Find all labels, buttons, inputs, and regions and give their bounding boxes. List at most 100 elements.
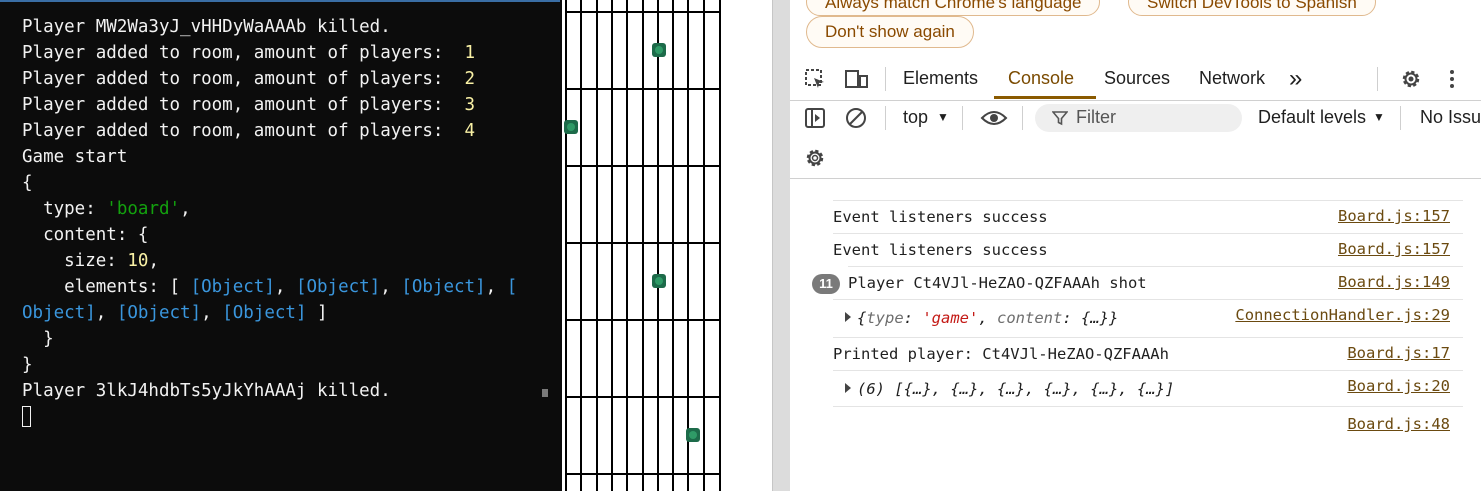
source-link[interactable]: Board.js:157 (1338, 207, 1450, 225)
expand-triangle-icon[interactable] (845, 383, 851, 393)
grid-line (703, 0, 705, 491)
console-message-text: Printed player: Ct4VJl-HeZAO-QZFAAAh (833, 345, 1169, 363)
terminal-line: elements: [ [Object], [Object], [Object]… (22, 277, 518, 297)
more-options-icon[interactable] (1446, 68, 1458, 90)
source-link[interactable]: Board.js:149 (1338, 273, 1450, 291)
inspect-element-icon[interactable] (804, 68, 826, 90)
terminal-line: } (22, 329, 54, 349)
grid-line (672, 0, 674, 491)
chevron-down-icon[interactable]: ▼ (937, 110, 949, 124)
terminal-line: Player added to room, amount of players:… (22, 121, 476, 141)
grid-line (565, 319, 721, 321)
terminal-scroll-thumb[interactable] (542, 389, 548, 397)
tab-console[interactable]: Console (1008, 68, 1074, 89)
grid-line (642, 0, 644, 491)
grid-line (565, 0, 567, 491)
object-preview[interactable]: {type: 'game', content: {…}} (845, 309, 1118, 327)
player-tank (652, 274, 666, 288)
terminal-line: Game start (22, 147, 128, 167)
active-tab-indicator (994, 96, 1096, 99)
console-settings-row (790, 140, 1481, 179)
repeat-count-badge: 11 (812, 274, 840, 294)
toolbar-separator (962, 106, 963, 130)
grid-line (626, 0, 628, 491)
terminal-line: { (22, 173, 33, 193)
size-value: 10 (127, 251, 149, 271)
clear-console-icon[interactable] (845, 107, 867, 129)
tab-elements[interactable]: Elements (903, 68, 978, 89)
source-link[interactable]: Board.js:20 (1347, 377, 1450, 395)
device-toolbar-icon[interactable] (844, 68, 870, 90)
expand-triangle-icon[interactable] (845, 312, 851, 322)
grid-line (580, 0, 582, 491)
player-count: 2 (464, 69, 476, 89)
source-link[interactable]: Board.js:17 (1347, 344, 1450, 362)
console-array-row[interactable]: (6) [{…}, {…}, {…}, {…}, {…}, {…}] Board… (833, 370, 1463, 407)
grid-line (565, 88, 721, 90)
terminal-line: Object], [Object], [Object] ] (22, 303, 328, 323)
console-message: Player Ct4VJl-HeZAO-QZFAAAh shot Board.j… (848, 266, 1463, 300)
console-message-text: Event listeners success (833, 208, 1048, 226)
source-link[interactable]: ConnectionHandler.js:29 (1235, 306, 1450, 324)
grid-line (565, 473, 721, 475)
settings-gear-icon[interactable] (1399, 67, 1423, 91)
player-count: 4 (464, 121, 476, 141)
chevron-down-icon[interactable]: ▼ (1373, 110, 1385, 124)
type-value: 'board' (106, 199, 181, 219)
terminal-window[interactable]: Player MW2Wa3yJ_vHHDyWaAAAb killed. Play… (0, 0, 562, 491)
toolbar-separator (885, 67, 886, 91)
player-tank (686, 428, 700, 442)
console-message: Board.js:48 (833, 406, 1463, 440)
terminal-line: Player 3lkJ4hdbTs5yJkYhAAAj killed. (22, 381, 391, 401)
terminal-cursor (22, 406, 31, 427)
terminal-line: Player added to room, amount of players:… (22, 95, 476, 115)
toolbar-separator (1022, 106, 1023, 130)
grid-line (657, 0, 659, 491)
terminal-line: type: 'board', (22, 199, 191, 219)
source-link[interactable]: Board.js:157 (1338, 240, 1450, 258)
issues-counter[interactable]: No Issues (1420, 107, 1481, 128)
tab-network[interactable]: Network (1199, 68, 1265, 89)
terminal-line: size: 10, (22, 251, 159, 271)
window-splitter[interactable] (772, 0, 791, 491)
filter-placeholder: Filter (1076, 107, 1116, 127)
player-count: 1 (464, 43, 476, 63)
match-language-button[interactable]: Always match Chrome's language (806, 0, 1101, 16)
sidebar-toggle-icon[interactable] (804, 107, 826, 129)
terminal-line: Player added to room, amount of players:… (22, 43, 476, 63)
devtools-panel: Always match Chrome's language Switch De… (790, 0, 1481, 491)
grid-line (611, 0, 613, 491)
console-settings-icon[interactable] (803, 146, 827, 170)
log-levels-dropdown[interactable]: Default levels (1258, 107, 1366, 128)
switch-language-button[interactable]: Switch DevTools to Spanish (1128, 0, 1376, 16)
console-message-text: Event listeners success (833, 241, 1048, 259)
terminal-scrollbar[interactable] (541, 14, 562, 491)
grid-line (565, 165, 721, 167)
terminal-top-border (0, 0, 560, 2)
devtools-tab-bar: Elements Console Sources Network » (790, 58, 1481, 101)
toolbar-separator (1400, 106, 1401, 130)
grid-line (565, 396, 721, 398)
tab-sources[interactable]: Sources (1104, 68, 1170, 89)
console-object-row[interactable]: {type: 'game', content: {…}} ConnectionH… (833, 299, 1463, 338)
source-link[interactable]: Board.js:48 (1347, 415, 1450, 433)
dont-show-again-button[interactable]: Don't show again (806, 16, 974, 48)
grid-line (596, 0, 598, 491)
player-count: 3 (464, 95, 476, 115)
terminal-output: Player MW2Wa3yJ_vHHDyWaAAAb killed. Play… (22, 14, 517, 430)
game-board[interactable] (562, 0, 772, 491)
terminal-line: } (22, 355, 33, 375)
grid-line (687, 0, 689, 491)
terminal-line: Player MW2Wa3yJ_vHHDyWaAAAb killed. (22, 17, 391, 37)
console-message: Event listeners success Board.js:157 (833, 200, 1463, 234)
player-tank (652, 43, 666, 57)
toolbar-separator (1377, 67, 1378, 91)
player-tank (564, 120, 578, 134)
live-expression-eye-icon[interactable] (980, 108, 1008, 128)
grid-line (719, 0, 721, 491)
more-tabs-icon[interactable]: » (1289, 65, 1302, 93)
console-message: Printed player: Ct4VJl-HeZAO-QZFAAAh Boa… (833, 337, 1463, 371)
filter-icon (1052, 111, 1068, 126)
array-preview[interactable]: (6) [{…}, {…}, {…}, {…}, {…}, {…}] (845, 380, 1174, 398)
context-selector[interactable]: top (903, 107, 928, 128)
